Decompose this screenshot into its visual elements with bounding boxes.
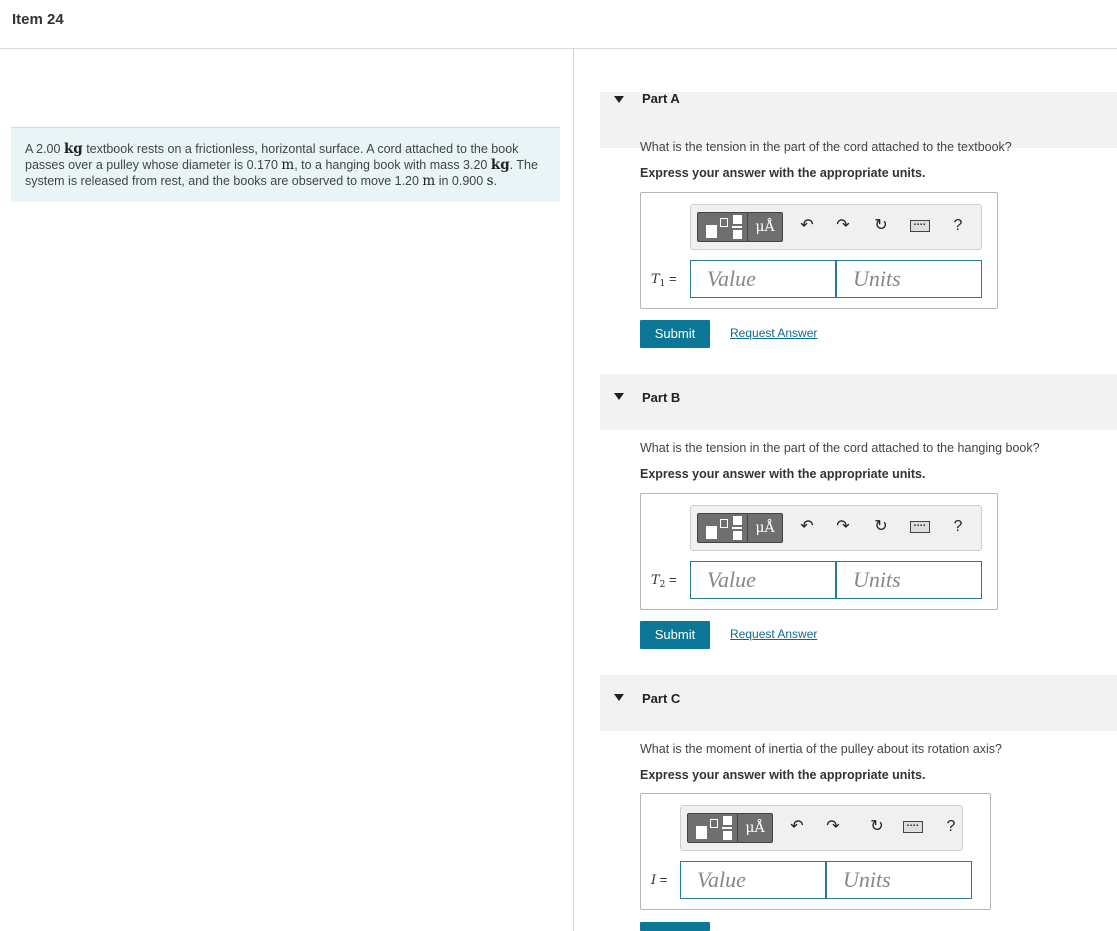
variable-label: I =: [651, 872, 668, 888]
unit-s: s: [486, 173, 494, 189]
request-answer-link[interactable]: Request Answer: [730, 326, 817, 340]
submit-button[interactable]: Submit: [640, 621, 710, 649]
template-block-icon: [723, 816, 732, 825]
template-fraction-icon: [722, 827, 732, 829]
undo-icon[interactable]: ↶: [797, 516, 817, 538]
part-b-instruction: Express your answer with the appropriate…: [640, 467, 926, 481]
redo-icon[interactable]: ↷: [833, 516, 853, 538]
part-a-question: What is the tension in the part of the c…: [640, 140, 1012, 154]
units-input[interactable]: Units: [836, 260, 982, 298]
value-input[interactable]: Value: [690, 561, 836, 599]
request-answer-link[interactable]: Request Answer: [730, 627, 817, 641]
units-input[interactable]: Units: [836, 561, 982, 599]
help-icon[interactable]: ?: [941, 816, 961, 838]
math-toolbar: μÅ ↶ ↷ ↻ ▪▪▪▪ ?: [690, 204, 982, 250]
keyboard-icon[interactable]: ▪▪▪▪: [910, 521, 930, 533]
part-b-header[interactable]: Part B: [600, 374, 1117, 430]
template-block-icon: [706, 526, 717, 539]
math-toolbar: μÅ ↶ ↷ ↻ ▪▪▪▪ ?: [680, 805, 963, 851]
unit-m: m: [281, 157, 295, 173]
template-block-icon: [733, 531, 742, 540]
problem-text: , to a hanging book with mass 3.20: [294, 158, 491, 172]
value-input[interactable]: Value: [680, 861, 826, 899]
variable-label: T1 =: [651, 271, 677, 289]
part-b-question: What is the tension in the part of the c…: [640, 441, 1040, 455]
collapse-triangle-icon[interactable]: [614, 393, 624, 400]
problem-text: .: [493, 174, 498, 188]
part-c-answer-box: μÅ ↶ ↷ ↻ ▪▪▪▪ ? I = Value Units: [640, 793, 991, 910]
part-b-answer-box: μÅ ↶ ↷ ↻ ▪▪▪▪ ? T2 = Value Units: [640, 493, 998, 610]
value-input[interactable]: Value: [690, 260, 836, 298]
undo-icon[interactable]: ↶: [797, 215, 817, 237]
template-block-icon: [720, 218, 728, 227]
part-c-header[interactable]: Part C: [600, 675, 1117, 731]
reset-icon[interactable]: ↻: [871, 516, 891, 538]
redo-icon[interactable]: ↷: [833, 215, 853, 237]
keyboard-icon[interactable]: ▪▪▪▪: [910, 220, 930, 232]
page-header: Item 24: [0, 0, 1117, 49]
help-icon[interactable]: ?: [948, 516, 968, 538]
reset-icon[interactable]: ↻: [867, 816, 887, 838]
part-a-label: Part A: [642, 91, 680, 106]
template-block-icon: [710, 819, 718, 828]
part-c-question: What is the moment of inertia of the pul…: [640, 742, 1002, 756]
part-c-label: Part C: [642, 691, 681, 706]
unit-kg: kg: [490, 157, 510, 173]
template-block-icon: [706, 225, 717, 238]
unit-kg: kg: [63, 141, 83, 157]
column-divider: [573, 49, 574, 931]
submit-button[interactable]: [640, 922, 710, 931]
part-a-answer-box: μÅ ↶ ↷ ↻ ▪▪▪▪ ? T1 = Value Units: [640, 192, 998, 309]
help-icon[interactable]: ?: [948, 215, 968, 237]
template-block-icon: [723, 831, 732, 840]
units-button[interactable]: μÅ: [747, 513, 783, 543]
reset-icon[interactable]: ↻: [871, 215, 891, 237]
part-c-instruction: Express your answer with the appropriate…: [640, 768, 926, 782]
template-block-icon: [720, 519, 728, 528]
units-input[interactable]: Units: [826, 861, 972, 899]
template-fraction-icon: [732, 527, 742, 529]
problem-text: in 0.900: [435, 174, 487, 188]
unit-m: m: [422, 173, 436, 189]
collapse-triangle-icon[interactable]: [614, 96, 624, 103]
collapse-triangle-icon[interactable]: [614, 694, 624, 701]
redo-icon[interactable]: ↷: [823, 816, 843, 838]
template-block-icon: [733, 230, 742, 239]
variable-label: T2 =: [651, 572, 677, 590]
templates-button[interactable]: [697, 212, 749, 242]
problem-text: A 2.00: [25, 142, 64, 156]
template-fraction-icon: [732, 226, 742, 228]
item-title: Item 24: [12, 11, 64, 28]
submit-button[interactable]: Submit: [640, 320, 710, 348]
template-block-icon: [733, 215, 742, 224]
units-button[interactable]: μÅ: [747, 212, 783, 242]
templates-button[interactable]: [687, 813, 739, 843]
templates-button[interactable]: [697, 513, 749, 543]
problem-statement: A 2.00 kg textbook rests on a frictionle…: [11, 127, 560, 202]
undo-icon[interactable]: ↶: [787, 816, 807, 838]
math-toolbar: μÅ ↶ ↷ ↻ ▪▪▪▪ ?: [690, 505, 982, 551]
keyboard-icon[interactable]: ▪▪▪▪: [903, 821, 923, 833]
units-button[interactable]: μÅ: [737, 813, 773, 843]
part-b-label: Part B: [642, 390, 681, 405]
template-block-icon: [696, 826, 707, 839]
part-a-instruction: Express your answer with the appropriate…: [640, 166, 926, 180]
template-block-icon: [733, 516, 742, 525]
